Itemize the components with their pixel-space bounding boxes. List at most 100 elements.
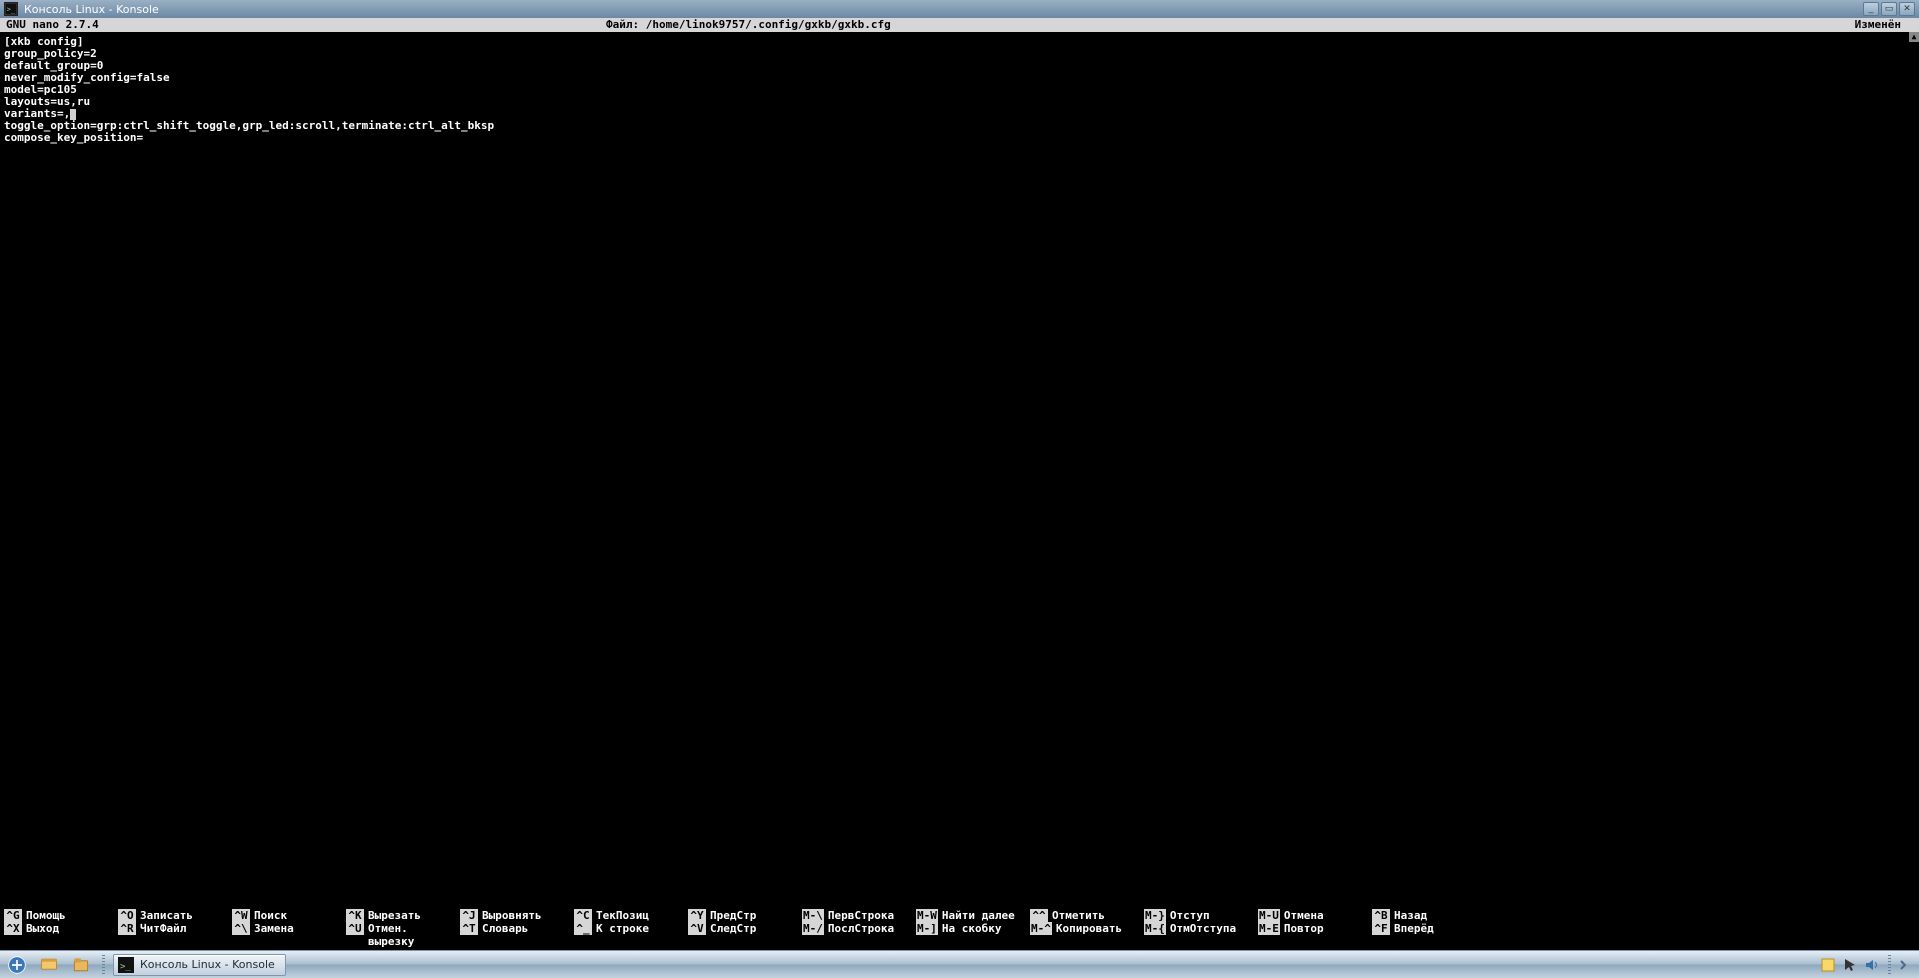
shortcut-key: ^^	[1030, 909, 1048, 922]
tray-notes-icon[interactable]	[1820, 957, 1836, 973]
taskbar: >_ Консоль Linux - Konsole	[0, 950, 1919, 978]
editor-line: default_group=0	[4, 60, 1915, 72]
taskbar-item-konsole[interactable]: >_ Консоль Linux - Konsole	[113, 954, 286, 976]
shortcut-key: M-W	[916, 909, 938, 922]
tray-volume-icon[interactable]	[1864, 957, 1880, 973]
taskbar-separator	[102, 955, 105, 975]
shortcut-label: ТекПозиц	[596, 909, 649, 922]
shortcut-key: ^F	[1372, 922, 1390, 935]
nano-shortcut: ^\ Замена	[232, 922, 346, 948]
shortcut-key: ^V	[688, 922, 706, 935]
shortcut-key: M-}	[1144, 909, 1166, 922]
editor-line: group_policy=2	[4, 48, 1915, 60]
shortcut-key: M-{	[1144, 922, 1166, 935]
terminal-editor-area[interactable]: [xkb config]group_policy=2default_group=…	[0, 32, 1919, 909]
konsole-icon: >_	[118, 957, 134, 973]
shortcut-key: ^K	[346, 909, 364, 922]
nano-shortcut: ^_К строке	[574, 922, 688, 948]
nano-version: GNU nano 2.7.4	[6, 18, 606, 32]
shortcut-key: ^U	[346, 922, 364, 935]
close-button[interactable]: ✕	[1899, 2, 1915, 16]
nano-shortcut: ^W Поиск	[232, 909, 346, 922]
shortcut-key: M-/	[802, 922, 824, 935]
shortcut-key: M-]	[916, 922, 938, 935]
nano-shortcut: ^^ Отметить	[1030, 909, 1144, 922]
nano-shortcut: M-\ПервСтрока	[802, 909, 916, 922]
nano-shortcut: M-U Отмена	[1258, 909, 1372, 922]
shortcut-label: ПослСтрока	[828, 922, 894, 935]
shortcut-label: Назад	[1394, 909, 1427, 922]
shortcut-label: Отмен. вырезку	[368, 922, 460, 948]
shortcut-label: Поиск	[254, 909, 287, 922]
show-desktop-icon[interactable]	[36, 954, 62, 976]
places-icon[interactable]	[68, 954, 94, 976]
nano-shortcut: M-} Отступ	[1144, 909, 1258, 922]
nano-shortcut: ^T Словарь	[460, 922, 574, 948]
shortcut-label: Замена	[254, 922, 294, 935]
shortcut-label: Выход	[26, 922, 59, 935]
nano-shortcut: ^R ЧитФайл	[118, 922, 232, 948]
nano-shortcut: ^B Назад	[1372, 909, 1486, 922]
nano-shortcut-bar: ^G Помощь ^OЗаписать^W Поиск ^K Вырезать ^JВыр…	[0, 909, 1919, 950]
shortcut-key: M-E	[1258, 922, 1280, 935]
nano-shortcut: M-^ Копировать	[1030, 922, 1144, 948]
shortcut-label: Вырезать	[368, 909, 421, 922]
shortcut-key: ^X	[4, 922, 22, 935]
shortcut-key: ^\	[232, 922, 250, 935]
shortcut-key: ^T	[460, 922, 478, 935]
editor-line: [xkb config]	[4, 36, 1915, 48]
tray-separator	[1888, 955, 1891, 975]
nano-shortcut: ^X Выход	[4, 922, 118, 948]
editor-line: compose_key_position=	[4, 132, 1915, 144]
system-tray	[1820, 955, 1915, 975]
editor-line: never_modify_config=false	[4, 72, 1915, 84]
tray-expand-icon[interactable]	[1899, 957, 1909, 973]
shortcut-label: На скобку	[942, 922, 1002, 935]
shortcut-label: Отмена	[1284, 909, 1324, 922]
shortcut-key: ^R	[118, 922, 136, 935]
nano-shortcut: M-{ ОтмОтступа	[1144, 922, 1258, 948]
scrollbar[interactable]: ▲	[1909, 32, 1919, 909]
scroll-up-icon[interactable]: ▲	[1909, 32, 1919, 42]
start-menu-button[interactable]	[4, 954, 30, 976]
editor-line: layouts=us,ru	[4, 96, 1915, 108]
shortcut-label: Отступ	[1170, 909, 1210, 922]
shortcut-label: Отметить	[1052, 909, 1105, 922]
nano-shortcut: ^V СледСтр	[688, 922, 802, 948]
shortcut-label: СледСтр	[710, 922, 756, 935]
editor-line: model=pc105	[4, 84, 1915, 96]
nano-shortcut: M-WНайти далее	[916, 909, 1030, 922]
nano-shortcut: M-] На скобку	[916, 922, 1030, 948]
shortcut-key: M-U	[1258, 909, 1280, 922]
svg-text:>_: >_	[7, 6, 16, 14]
nano-modified-indicator: Изменён	[1855, 18, 1913, 32]
shortcut-key: M-^	[1030, 922, 1052, 935]
app-icon: >_	[4, 2, 18, 16]
shortcut-label: Вперёд	[1394, 922, 1434, 935]
nano-shortcut: ^JВыровнять	[460, 909, 574, 922]
shortcut-key: ^B	[1372, 909, 1390, 922]
shortcut-key: ^G	[4, 909, 22, 922]
tray-pointer-icon[interactable]	[1842, 957, 1858, 973]
shortcut-label: ПервСтрока	[828, 909, 894, 922]
nano-header: GNU nano 2.7.4 Файл: /home/linok9757/.co…	[0, 18, 1919, 32]
window-title: Консоль Linux - Konsole	[24, 3, 1857, 16]
svg-text:>_: >_	[120, 962, 131, 972]
nano-shortcut: ^YПредСтр	[688, 909, 802, 922]
shortcut-label: Помощь	[26, 909, 66, 922]
shortcut-key: ^W	[232, 909, 250, 922]
shortcut-label: Выровнять	[482, 909, 542, 922]
nano-shortcut: ^OЗаписать	[118, 909, 232, 922]
shortcut-label: ОтмОтступа	[1170, 922, 1236, 935]
shortcut-label: ЧитФайл	[140, 922, 186, 935]
nano-filepath: Файл: /home/linok9757/.config/gxkb/gxkb.…	[606, 18, 1855, 32]
maximize-button[interactable]: ▭	[1881, 2, 1897, 16]
nano-shortcut: M-E Повтор	[1258, 922, 1372, 948]
nano-shortcut: ^K Вырезать	[346, 909, 460, 922]
minimize-button[interactable]: _	[1863, 2, 1879, 16]
taskbar-item-label: Консоль Linux - Konsole	[140, 958, 275, 971]
shortcut-label: Словарь	[482, 922, 528, 935]
shortcut-label: Копировать	[1056, 922, 1122, 935]
shortcut-key: ^O	[118, 909, 136, 922]
shortcut-label: Повтор	[1284, 922, 1324, 935]
